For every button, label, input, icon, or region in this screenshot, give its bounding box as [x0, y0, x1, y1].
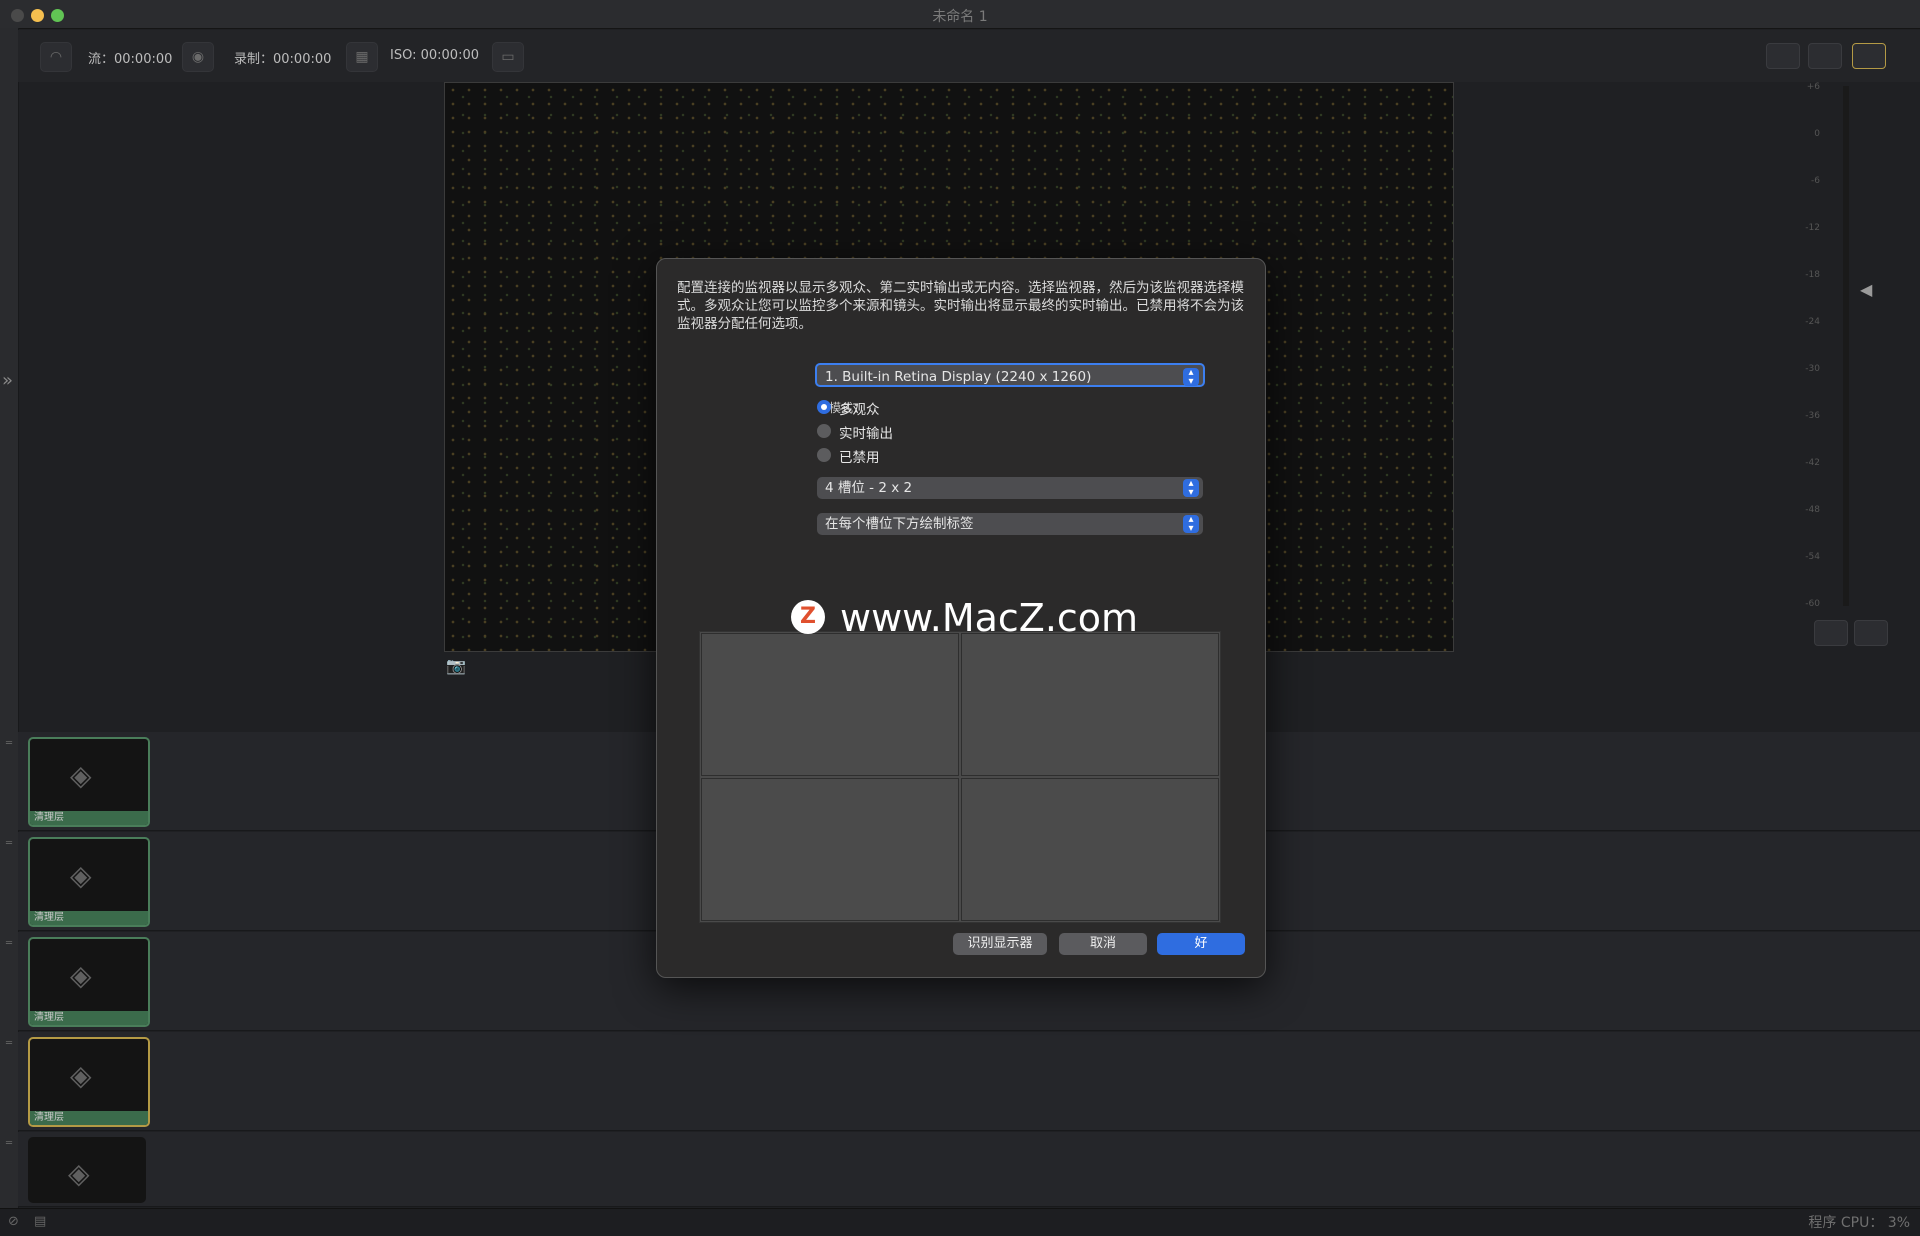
mute-icon[interactable] — [1814, 620, 1848, 646]
window-title: 未命名 1 — [932, 9, 988, 25]
layout-view-1-icon[interactable] — [1766, 43, 1800, 69]
layer-row[interactable]: ═ ◈ 清理层 — [6, 1032, 1920, 1131]
meter-tick-label: 0 — [1814, 129, 1820, 139]
labels-select-value: 在每个槽位下方绘制标签 — [825, 516, 974, 532]
link-icon[interactable]: ⊘ — [8, 1214, 19, 1229]
meter-tick-label: -54 — [1805, 552, 1820, 562]
record-time: 录制：00:00:00 — [234, 52, 332, 67]
mode-radio-multiview[interactable] — [817, 400, 831, 414]
layout-view-3-icon[interactable] — [1852, 43, 1886, 69]
layer-thumbnail[interactable]: ◈ 清理层 — [28, 837, 150, 927]
labels-select[interactable]: 在每个槽位下方绘制标签 ▴ ▾ — [817, 513, 1203, 535]
dialog-description: 配置连接的监视器以显示多观众、第二实时输出或无内容。选择监视器，然后为该监视器选… — [677, 280, 1244, 332]
ok-button[interactable]: 好 — [1157, 933, 1245, 955]
audio-meter-scale: +6 0 -6 -12 -18 -24 -30 -36 -42 -48 -54 -60 — [1790, 82, 1830, 612]
layer-thumbnail[interactable]: ◈ 清理层 — [28, 1037, 150, 1127]
layout-slot-2[interactable] — [961, 633, 1219, 776]
drag-handle-icon[interactable]: ═ — [6, 1038, 12, 1049]
calendar-icon[interactable]: ▤ — [34, 1214, 46, 1229]
layer-thumbnail[interactable]: ◈ 清理层 — [28, 737, 150, 827]
meter-tick-label: -36 — [1805, 411, 1820, 421]
title-bar: 未命名 1 — [0, 0, 1920, 29]
meter-tick-label: -18 — [1805, 270, 1820, 280]
meter-tick-label: -24 — [1805, 317, 1820, 327]
headphones-icon[interactable] — [1854, 620, 1888, 646]
layout-slot-3[interactable] — [701, 778, 959, 921]
layout-select-value: 4 槽位 - 2 x 2 — [825, 480, 913, 496]
iso-icon[interactable]: ▦ — [346, 42, 378, 72]
left-rail — [0, 28, 19, 1208]
cpu-usage: 程序 CPU： 3% — [1808, 1215, 1910, 1231]
mode-option-live-output: 实时输出 — [839, 426, 893, 442]
monitor-select[interactable]: 1. Built-in Retina Display (2240 x 1260)… — [815, 363, 1205, 387]
cancel-button[interactable]: 取消 — [1059, 933, 1147, 955]
meter-tick-label: -12 — [1805, 223, 1820, 233]
toolbar: ◠ 流：00:00:00 ◉ 录制：00:00:00 ▦ ISO: 00:00:… — [18, 30, 1920, 82]
layers-stack-icon: ◈ — [70, 959, 92, 992]
layout-view-2-icon[interactable] — [1808, 43, 1842, 69]
watermark-text: www.MacZ.com — [840, 596, 1139, 640]
mode-radio-disabled[interactable] — [817, 448, 831, 462]
mode-radio-live-output[interactable] — [817, 424, 831, 438]
identify-displays-button[interactable]: 识别显示器 — [953, 933, 1047, 955]
meter-tick-label: -30 — [1805, 364, 1820, 374]
monitor-select-value: 1. Built-in Retina Display (2240 x 1260) — [825, 369, 1092, 385]
chevron-updown-icon: ▴ ▾ — [1183, 515, 1199, 534]
drag-handle-icon[interactable]: ═ — [6, 738, 12, 749]
meter-tick-label: -60 — [1805, 599, 1820, 609]
layer-label: 清理层 — [30, 1011, 148, 1025]
meter-tick-label: -48 — [1805, 505, 1820, 515]
layout-preview-grid — [699, 631, 1221, 923]
record-icon[interactable]: ◉ — [182, 42, 214, 72]
layer-thumbnail[interactable]: ◈ — [28, 1137, 146, 1203]
layer-label: 清理层 — [30, 1111, 148, 1125]
meter-tick-label: +6 — [1806, 82, 1820, 92]
layout-select[interactable]: 4 槽位 - 2 x 2 ▴ ▾ — [817, 477, 1203, 499]
drag-handle-icon[interactable]: ═ — [6, 1138, 12, 1149]
chevron-updown-icon: ▴ ▾ — [1183, 479, 1199, 498]
drag-handle-icon[interactable]: ═ — [6, 838, 12, 849]
meter-tick-label: -6 — [1811, 176, 1820, 186]
mode-option-disabled: 已禁用 — [839, 450, 880, 466]
layer-thumbnail[interactable]: ◈ 清理层 — [28, 937, 150, 1027]
layer-label: 清理层 — [30, 811, 148, 825]
stream-time: 流：00:00:00 — [88, 52, 173, 67]
layer-row[interactable]: ═ ◈ — [6, 1132, 1920, 1207]
watermark-logo: Z — [791, 600, 825, 634]
layers-stack-icon: ◈ — [68, 1157, 90, 1190]
expand-sidebar-icon[interactable]: » — [2, 370, 13, 391]
layers-stack-icon: ◈ — [70, 859, 92, 892]
status-bar: ⊘ ▤ — [0, 1208, 1920, 1236]
layout-slot-4[interactable] — [961, 778, 1219, 921]
layers-stack-icon: ◈ — [70, 1059, 92, 1092]
wifi-stream-icon[interactable]: ◠ — [40, 42, 72, 72]
layout-slot-1[interactable] — [701, 633, 959, 776]
layers-stack-icon: ◈ — [70, 759, 92, 792]
meter-tick-label: -42 — [1805, 458, 1820, 468]
mode-option-multiview: 多观众 — [839, 402, 880, 418]
snapshot-camera-icon[interactable]: 📷 — [446, 656, 468, 675]
audio-meter-bar — [1843, 86, 1849, 606]
layer-label: 清理层 — [30, 911, 148, 925]
display-icon[interactable]: ▭ — [492, 42, 524, 72]
drag-handle-icon[interactable]: ═ — [6, 938, 12, 949]
meter-collapse-icon[interactable]: ◀ — [1860, 280, 1872, 299]
chevron-updown-icon: ▴ ▾ — [1183, 368, 1199, 387]
iso-time: ISO: 00:00:00 — [390, 48, 479, 63]
